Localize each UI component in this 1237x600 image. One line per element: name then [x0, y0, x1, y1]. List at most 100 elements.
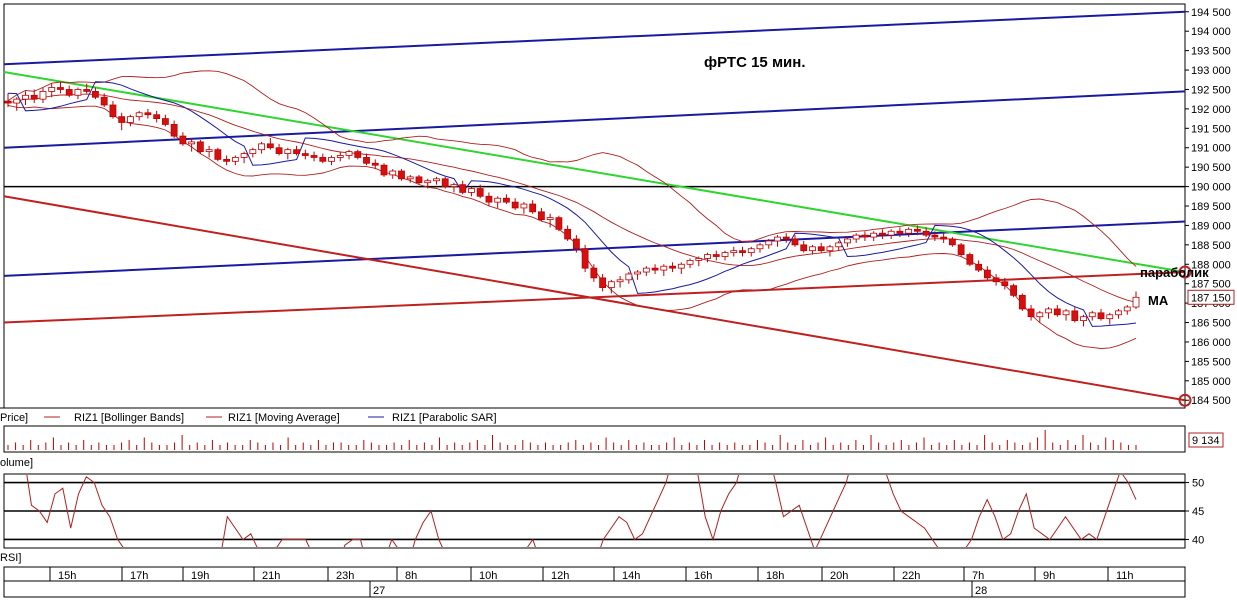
candle	[144, 112, 152, 116]
candle	[861, 234, 869, 238]
candle	[345, 151, 353, 156]
candle	[127, 116, 134, 123]
candle	[852, 234, 860, 240]
time-label: 20h	[830, 570, 848, 582]
candle	[931, 234, 939, 238]
price-tick-label: 192 000	[1191, 104, 1231, 116]
candle	[188, 141, 196, 145]
candle	[922, 230, 930, 236]
time-label: 16h	[694, 570, 712, 582]
candle	[957, 244, 965, 255]
last-price-marker: 187 150	[1187, 289, 1235, 305]
candle	[747, 248, 755, 254]
rsi-label: RSI]	[0, 552, 21, 564]
price-tick-label: 193 500	[1191, 46, 1231, 58]
candle	[1045, 308, 1052, 314]
time-label: 11h	[1116, 570, 1134, 582]
candle	[100, 96, 108, 106]
time-label: 8h	[405, 570, 417, 582]
candle	[92, 91, 99, 98]
candle	[677, 263, 685, 269]
candle	[826, 246, 834, 252]
candle	[205, 149, 213, 153]
price-tick-label: 187 500	[1191, 279, 1231, 291]
candle	[870, 232, 878, 238]
candle	[1123, 306, 1131, 312]
candle	[1106, 314, 1114, 320]
candle	[913, 228, 921, 232]
candle	[599, 277, 607, 288]
price-tick-label: 186 500	[1191, 318, 1231, 330]
candle	[1053, 308, 1061, 316]
candle	[1062, 310, 1070, 316]
volume-panel	[3, 425, 1186, 453]
time-label: 14h	[622, 570, 640, 582]
chart-title: фРТС 15 мин.	[704, 54, 806, 71]
candle	[730, 250, 738, 254]
time-label: 9h	[1043, 570, 1055, 582]
rsi-tick-label: 40	[1192, 534, 1204, 546]
candle	[118, 116, 126, 123]
price-tick-label: 190 500	[1191, 162, 1231, 174]
candle	[503, 197, 510, 203]
candle	[1010, 285, 1017, 296]
candle	[74, 89, 82, 96]
candle	[590, 267, 598, 279]
day-label: 28	[975, 585, 987, 597]
candle	[564, 228, 572, 240]
candle	[887, 230, 895, 236]
candle	[896, 230, 904, 234]
candle	[319, 157, 327, 162]
candle	[756, 244, 764, 250]
time-label: 7h	[972, 570, 984, 582]
candle	[39, 91, 47, 100]
candle	[634, 271, 641, 275]
candle	[948, 238, 956, 246]
rsi-tick-label: 50	[1192, 478, 1204, 490]
candle	[328, 157, 335, 162]
candle	[1115, 310, 1122, 316]
candle	[704, 254, 711, 259]
candle	[817, 246, 825, 252]
time-label: 18h	[766, 570, 784, 582]
candle	[1018, 294, 1026, 310]
price-tick-label: 192 500	[1191, 84, 1231, 96]
candle	[153, 114, 161, 119]
candle	[879, 232, 886, 236]
price-tick-label: 189 500	[1191, 201, 1231, 213]
candle	[616, 279, 624, 283]
candle	[4, 100, 12, 104]
candle	[529, 203, 537, 213]
candle	[520, 203, 528, 209]
candle	[336, 155, 344, 158]
price-tick-label: 185 500	[1191, 356, 1231, 368]
time-label: 15h	[58, 570, 76, 582]
candle	[22, 94, 29, 100]
candle	[214, 149, 222, 160]
candle	[1088, 312, 1096, 318]
candle	[791, 238, 799, 246]
candle	[57, 87, 64, 90]
candle	[607, 281, 615, 288]
candle	[1071, 310, 1079, 321]
candle	[310, 155, 318, 158]
rsi-tick-label: 45	[1192, 506, 1204, 518]
time-axis	[3, 566, 1186, 598]
candle	[284, 149, 292, 154]
price-tick-label: 193 000	[1191, 65, 1231, 77]
candle	[179, 135, 187, 145]
price-tick-label: 189 000	[1191, 220, 1231, 232]
legend-moving-average: RIZ1 [Moving Average]	[228, 412, 340, 424]
legend-price: Price]	[0, 412, 28, 424]
candle	[555, 217, 563, 230]
volume-label: olume]	[0, 457, 33, 469]
candle	[441, 178, 449, 187]
candle	[660, 265, 668, 271]
price-tick-label: 185 000	[1191, 376, 1231, 388]
price-tick-label: 194 500	[1191, 7, 1231, 19]
candle	[765, 240, 773, 246]
price-tick-label: 188 500	[1191, 240, 1231, 252]
candle	[450, 184, 458, 187]
time-label: 22h	[902, 570, 920, 582]
candle	[905, 228, 913, 234]
